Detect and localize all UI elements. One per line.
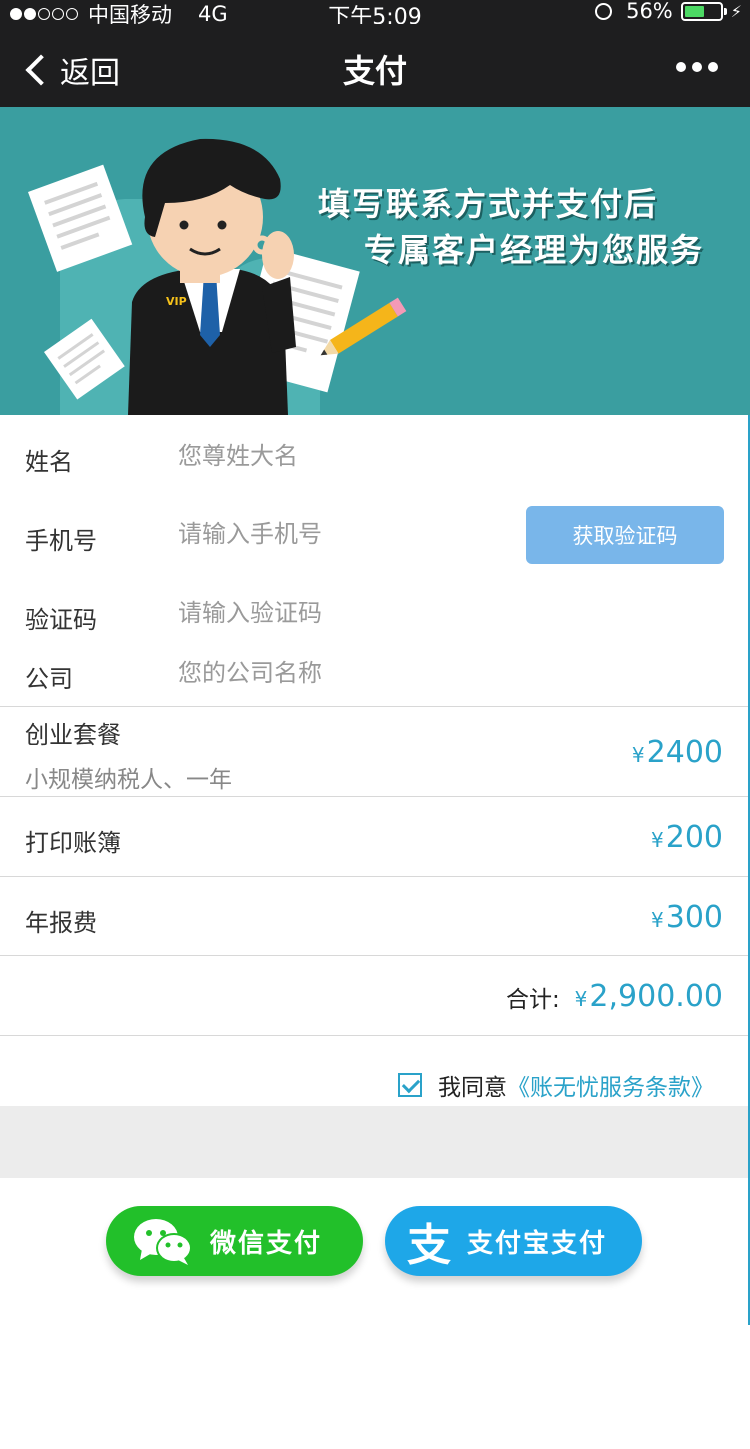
divider	[0, 876, 750, 877]
phone-label: 手机号	[25, 527, 97, 555]
nav-bar: 返回 支付	[0, 24, 750, 107]
divider	[0, 706, 750, 707]
currency-symbol: ¥	[651, 908, 664, 932]
agree-text: 我同意	[438, 1075, 507, 1101]
package-price-value: 2400	[646, 735, 723, 770]
charging-icon: ⚡	[730, 1, 742, 21]
name-input[interactable]	[178, 442, 508, 470]
package-price: ¥2400	[632, 735, 723, 770]
banner-line-2: 专属客户经理为您服务	[364, 231, 705, 269]
alipay-icon: 支	[407, 1220, 453, 1271]
vip-badge: VIP	[166, 295, 187, 308]
print-price-value: 200	[665, 820, 723, 855]
annual-price-value: 300	[665, 900, 723, 935]
code-input[interactable]	[178, 599, 508, 627]
battery-icon	[680, 1, 727, 21]
company-input[interactable]	[178, 659, 508, 687]
terms-link[interactable]: 《账无忧服务条款》	[507, 1068, 714, 1102]
code-label: 验证码	[25, 606, 97, 634]
divider	[0, 955, 750, 956]
phone-input[interactable]	[178, 520, 508, 548]
get-code-button[interactable]: 获取验证码	[526, 506, 724, 564]
package-subtitle: 小规模纳税人、一年	[25, 767, 232, 793]
currency-symbol: ¥	[631, 743, 645, 767]
banner-line-1: 填写联系方式并支付后	[318, 185, 659, 223]
battery-percent: 56%	[626, 0, 673, 23]
annual-price: ¥300	[651, 900, 723, 935]
promo-banner: VIP 填写联系方式并支付后 专属客户经理为您服务	[0, 107, 750, 415]
agree-checkbox[interactable]	[398, 1073, 422, 1097]
total-price-value: 2,900.00	[589, 979, 723, 1014]
print-price: ¥200	[651, 820, 723, 855]
name-label: 姓名	[25, 448, 73, 476]
agreement-row: 我同意 《账无忧服务条款》	[398, 1068, 714, 1102]
status-right: 56% ⚡	[595, 0, 742, 23]
alipay-label: 支付宝支付	[467, 1228, 608, 1259]
total-price: ¥2,900.00	[575, 979, 723, 1014]
wechat-icon	[134, 1219, 192, 1265]
company-label: 公司	[25, 665, 73, 693]
status-bar: 中国移动 4G 下午5:09 56% ⚡	[0, 0, 750, 30]
alipay-button[interactable]: 支 支付宝支付	[385, 1206, 642, 1276]
more-options-icon[interactable]	[670, 62, 718, 72]
divider	[0, 796, 750, 797]
page-title: 支付	[342, 52, 407, 90]
package-title: 创业套餐	[25, 721, 121, 749]
print-label: 打印账簿	[25, 829, 121, 857]
total-label: 合计:	[506, 987, 560, 1013]
currency-symbol: ¥	[574, 987, 588, 1011]
currency-symbol: ¥	[651, 828, 664, 852]
divider	[0, 1035, 750, 1036]
section-spacer	[0, 1106, 750, 1178]
wechat-pay-button[interactable]: 微信支付	[106, 1206, 363, 1276]
wechat-pay-label: 微信支付	[210, 1228, 323, 1259]
annual-label: 年报费	[25, 909, 97, 937]
alarm-icon	[595, 2, 613, 20]
